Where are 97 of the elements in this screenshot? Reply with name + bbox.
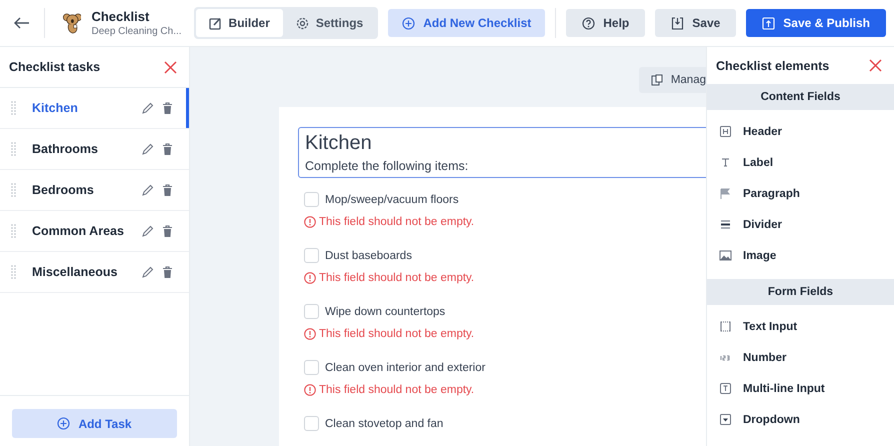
task-name: Bathrooms <box>32 142 99 156</box>
checkbox-label: Clean stovetop and fan <box>325 418 444 430</box>
section-heading: Form Fields <box>707 279 894 305</box>
error-message: This field should not be empty. <box>319 384 474 396</box>
dropdown-icon <box>719 413 732 426</box>
checkbox-label: Wipe down countertops <box>325 306 446 318</box>
task-name: Kitchen <box>32 101 79 115</box>
plus-circle-icon <box>402 16 416 30</box>
element-item[interactable]: Dropdown <box>707 404 894 435</box>
element-item[interactable]: Paragraph <box>707 178 894 209</box>
checkbox[interactable] <box>304 360 319 375</box>
error-message: This field should not be empty. <box>319 216 474 228</box>
error-icon <box>304 328 316 340</box>
element-label: Multi-line Input <box>743 382 825 394</box>
error-message: This field should not be empty. <box>319 272 474 284</box>
trash-icon[interactable] <box>162 224 173 238</box>
edit-icon[interactable] <box>141 224 154 238</box>
drag-handle-icon[interactable] <box>11 142 16 156</box>
text-input-icon <box>719 320 732 333</box>
edit-icon[interactable] <box>141 142 154 156</box>
element-item[interactable]: Label <box>707 147 894 178</box>
plus-circle-icon <box>57 417 70 430</box>
download-icon <box>671 16 684 30</box>
checkbox[interactable] <box>304 248 319 263</box>
drag-handle-icon[interactable] <box>11 101 16 115</box>
header-action-button[interactable]: Save <box>655 9 736 37</box>
error-icon <box>304 384 316 396</box>
form-title: Kitchen <box>305 132 373 155</box>
task-name: Bedrooms <box>32 183 95 197</box>
checkbox[interactable] <box>304 304 319 319</box>
drag-handle-icon[interactable] <box>11 224 16 238</box>
element-item[interactable]: Divider <box>707 209 894 240</box>
back-arrow-icon <box>14 17 30 29</box>
error-icon <box>304 272 316 284</box>
help-icon <box>582 16 596 30</box>
manage-button[interactable]: Manag <box>638 67 706 93</box>
task-item[interactable]: Kitchen <box>0 88 189 129</box>
task-item[interactable]: Bathrooms <box>0 129 189 170</box>
element-label: Divider <box>743 218 782 230</box>
element-item[interactable]: Image <box>707 240 894 271</box>
upload-icon <box>762 16 776 30</box>
section-heading: Content Fields <box>707 84 894 110</box>
copy-icon <box>650 74 663 86</box>
form-subtitle: Complete the following items: <box>305 159 470 173</box>
edit-icon[interactable] <box>141 102 154 114</box>
checklist-subtitle: Deep Cleaning Ch... <box>91 26 182 37</box>
header-field[interactable]: Kitchen Complete the following items: <box>298 127 706 178</box>
task-name: Common Areas <box>32 224 125 238</box>
divider-icon <box>719 218 732 231</box>
textarea-icon <box>719 382 732 395</box>
element-item[interactable]: Multi-line Input <box>707 373 894 404</box>
close-button[interactable] <box>867 57 884 74</box>
checkbox[interactable] <box>304 192 319 207</box>
drag-handle-icon[interactable] <box>11 183 16 197</box>
mode-tab[interactable]: Settings <box>282 9 376 37</box>
checkbox[interactable] <box>304 416 319 431</box>
task-item[interactable]: Common Areas <box>0 211 189 252</box>
header-action-button[interactable]: Save & Publish <box>746 9 886 37</box>
checklist-title: Checklist <box>91 9 150 24</box>
header-icon <box>719 125 732 138</box>
trash-icon[interactable] <box>162 184 173 196</box>
drag-handle-icon[interactable] <box>11 265 16 279</box>
edit-icon[interactable] <box>141 266 154 278</box>
image-icon <box>719 249 732 262</box>
close-button[interactable] <box>162 58 179 76</box>
checkbox-label: Clean oven interior and exterior <box>325 362 486 374</box>
task-name: Miscellaneous <box>32 265 118 279</box>
error-icon <box>304 216 316 228</box>
mode-tab[interactable]: Builder <box>196 9 283 37</box>
element-label: Header <box>743 126 782 138</box>
text-icon <box>719 156 732 169</box>
panel-title: Checklist elements <box>716 58 830 72</box>
error-message: This field should not be empty. <box>319 328 474 340</box>
checkbox-label: Dust baseboards <box>325 250 412 262</box>
settings-icon <box>296 16 309 30</box>
header-action-button[interactable]: Help <box>566 9 646 37</box>
add-task-button[interactable]: Add Task <box>12 409 177 438</box>
task-item[interactable]: Miscellaneous <box>0 252 189 293</box>
trash-icon[interactable] <box>162 266 173 278</box>
panel-title: Checklist tasks <box>9 60 100 74</box>
trash-icon[interactable] <box>162 102 173 114</box>
paragraph-icon <box>719 187 732 200</box>
edit-icon <box>208 16 222 30</box>
trash-icon[interactable] <box>162 142 173 156</box>
element-label: Number <box>743 352 786 364</box>
checkbox-label: Mop/sweep/vacuum floors <box>325 194 459 206</box>
task-item[interactable]: Bedrooms <box>0 170 189 211</box>
header-action-button[interactable]: Add New Checklist <box>388 9 546 37</box>
element-item[interactable]: Number <box>707 342 894 373</box>
element-label: Label <box>743 156 774 168</box>
element-label: Dropdown <box>743 414 800 426</box>
edit-icon[interactable] <box>141 184 154 196</box>
element-label: Paragraph <box>743 188 800 200</box>
element-label: Image <box>743 250 776 262</box>
element-item[interactable]: Header <box>707 116 894 147</box>
element-item[interactable]: Text Input <box>707 311 894 342</box>
element-label: Text Input <box>743 320 798 332</box>
